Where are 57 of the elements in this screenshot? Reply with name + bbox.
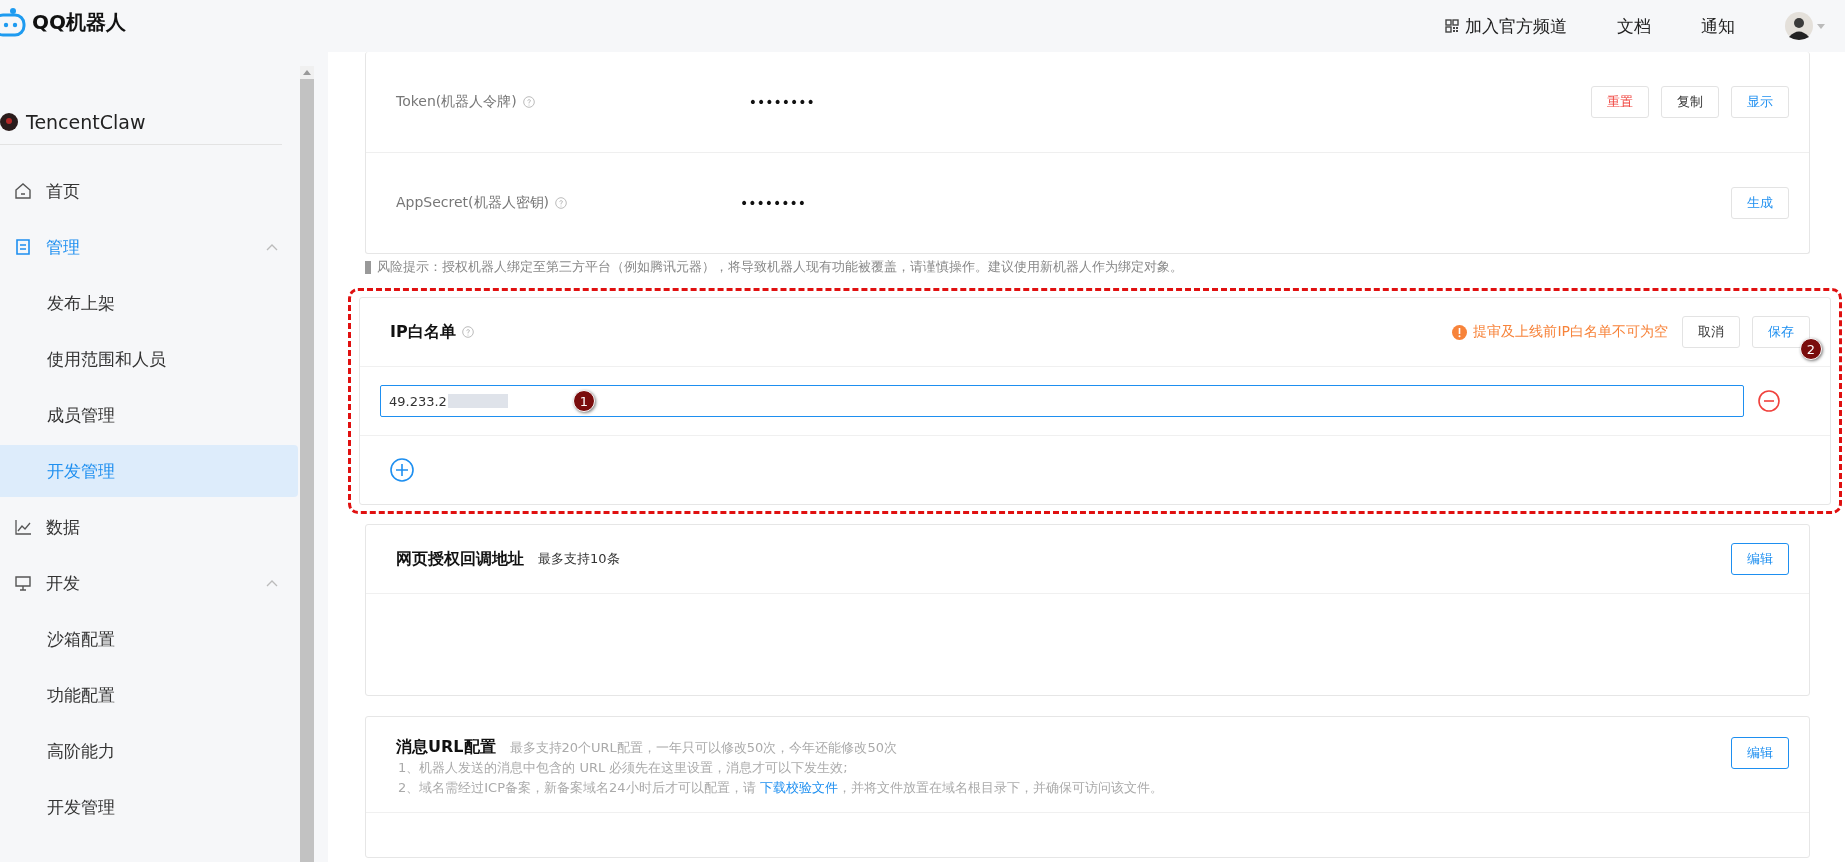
field-label: Token(机器人令牌) xyxy=(396,93,517,111)
app-logo-text: QQ机器人 xyxy=(32,8,126,36)
sidebar-item[interactable]: 开发 xyxy=(0,557,298,609)
action-button[interactable]: 重置 xyxy=(1591,86,1649,118)
nav-link[interactable]: 通知 xyxy=(1701,14,1735,38)
note-marker xyxy=(365,260,371,274)
document-icon xyxy=(14,238,32,256)
download-link[interactable]: 下载校验文件 xyxy=(759,780,838,795)
sidebar-item[interactable]: 数据 xyxy=(0,501,298,553)
action-button[interactable]: 显示 xyxy=(1731,86,1789,118)
action-button[interactable]: 复制 xyxy=(1661,86,1719,118)
sidebar-subitem[interactable]: 高阶能力 xyxy=(0,725,298,777)
blurred-text xyxy=(447,394,508,408)
scroll-up-icon[interactable] xyxy=(300,66,314,79)
warning-text: 提审及上线前IP白名单不可为空 xyxy=(1473,323,1668,341)
robot-logo-icon xyxy=(0,7,26,37)
sidebar-subitem[interactable]: 使用范围和人员 xyxy=(0,333,298,385)
add-icon[interactable] xyxy=(390,458,414,482)
sidebar-subitem[interactable]: 发布上架 xyxy=(0,277,298,329)
qr-code-icon xyxy=(1445,19,1459,33)
step-marker: 1 xyxy=(573,390,595,412)
masked-value: •••••••• xyxy=(748,94,815,110)
sidebar-subitem[interactable]: 开发管理 xyxy=(0,781,298,833)
bot-name: TencentClaw xyxy=(26,111,146,133)
action-button[interactable]: 生成 xyxy=(1731,187,1789,219)
instruction-text: 1、机器人发送的消息中包含的 URL 必须先在这里设置，消息才可以下发生效; xyxy=(398,759,849,777)
nav-link[interactable]: 文档 xyxy=(1617,14,1651,38)
warning-icon xyxy=(1452,324,1468,340)
sidebar-subitem[interactable]: 成员管理 xyxy=(0,389,298,441)
section-title: IP白名单 xyxy=(390,321,456,343)
monitor-icon xyxy=(14,574,32,592)
avatar[interactable] xyxy=(1785,12,1813,40)
field-label: AppSecret(机器人密钥) xyxy=(396,194,550,212)
caret-down-icon[interactable] xyxy=(1817,23,1825,29)
scrollbar[interactable] xyxy=(300,66,314,862)
edit-button[interactable]: 编辑 xyxy=(1731,737,1789,769)
home-icon xyxy=(14,182,32,200)
action-button[interactable]: 取消 xyxy=(1682,316,1740,348)
step-marker: 2 xyxy=(1800,338,1822,360)
help-icon[interactable] xyxy=(522,96,535,108)
section-title: 消息URL配置 xyxy=(396,737,496,758)
sidebar-subitem[interactable]: 功能配置 xyxy=(0,669,298,721)
ip-input-field[interactable]: 49.233.2 1 xyxy=(380,385,1744,417)
section-title: 网页授权回调地址 xyxy=(396,548,524,570)
help-icon[interactable] xyxy=(461,326,474,338)
nav-link[interactable]: 加入官方频道 xyxy=(1445,14,1567,38)
instruction-text: 2、域名需经过ICP备案，新备案域名24小时后才可以配置，请 下载校验文件，并将文件放置在域名根目录下，并确保可访问该文件。 xyxy=(398,779,1164,797)
sidebar-item[interactable]: 首页 xyxy=(0,165,298,217)
remove-icon[interactable] xyxy=(1758,390,1780,412)
help-icon[interactable] xyxy=(555,197,568,209)
masked-value: •••••••• xyxy=(740,195,807,211)
edit-button[interactable]: 编辑 xyxy=(1731,543,1789,575)
risk-warning-text: 风险提示：授权机器人绑定至第三方平台（例如腾讯元器），将导致机器人现有功能被覆盖，请谨慎操作。建议使用新机器人作为绑定对象。 xyxy=(377,258,1183,276)
section-note: 最多支持10条 xyxy=(538,550,620,568)
sidebar-subitem[interactable]: 沙箱配置 xyxy=(0,613,298,665)
line-chart-icon xyxy=(14,518,32,536)
bot-avatar xyxy=(0,113,18,131)
